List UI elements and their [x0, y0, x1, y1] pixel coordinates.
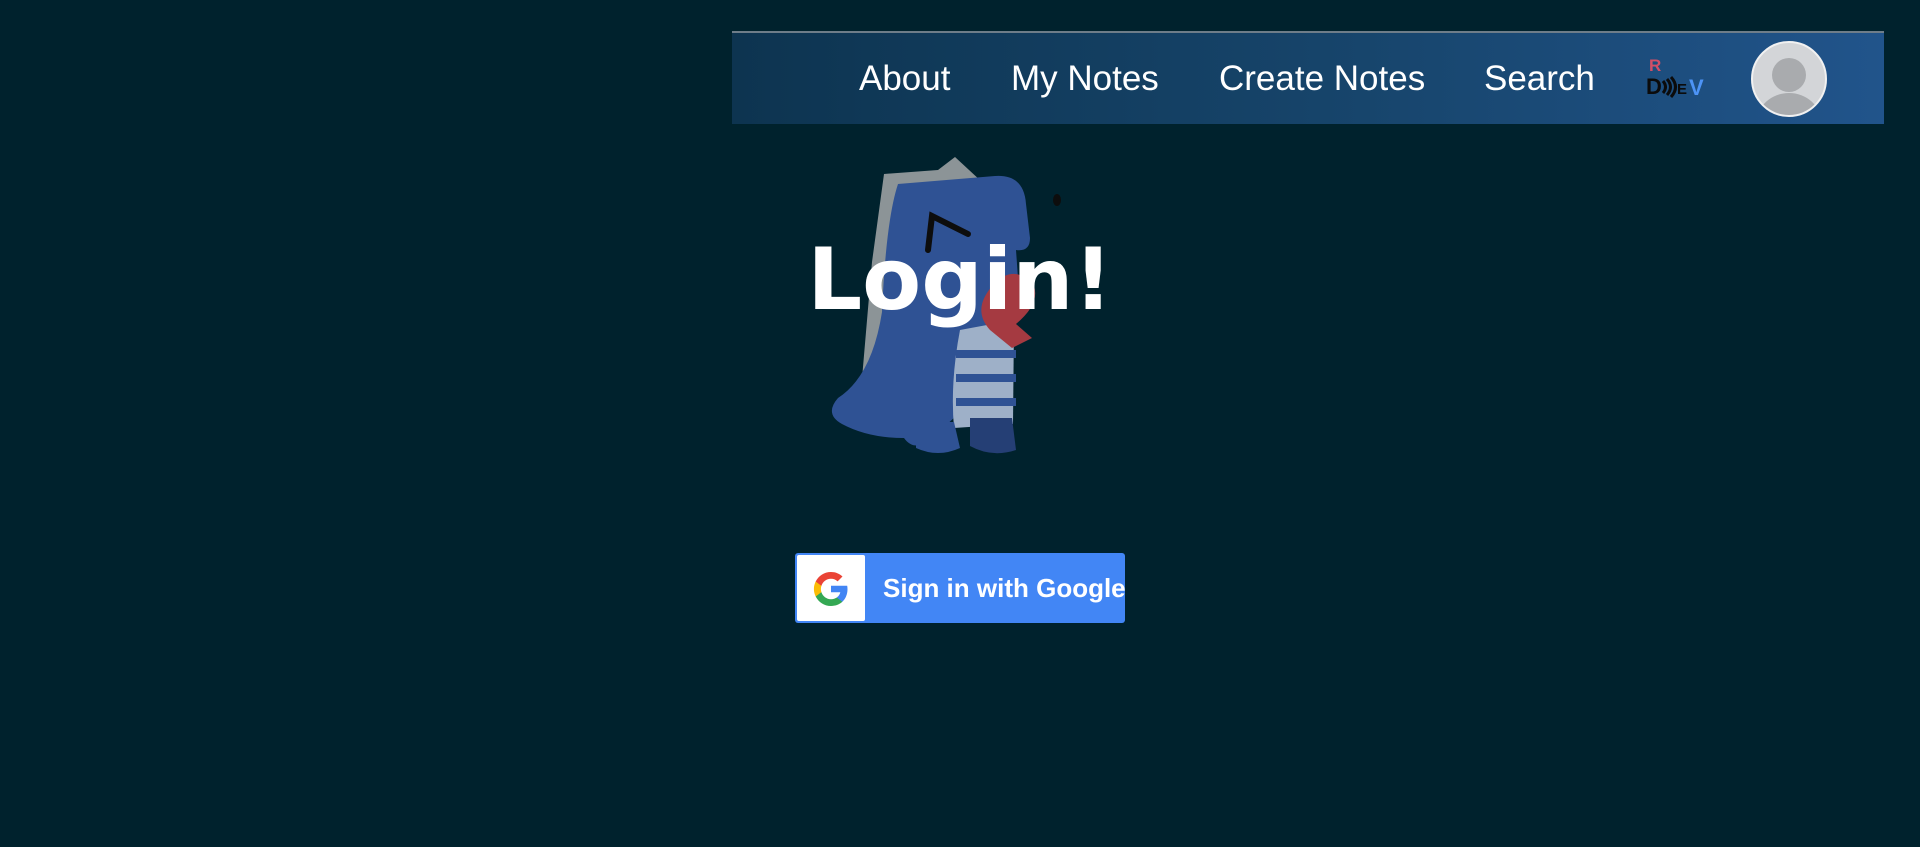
page-title: Login! — [807, 230, 1113, 330]
user-avatar-icon[interactable] — [1751, 41, 1827, 117]
google-sign-in-button[interactable]: Sign in with Google — [795, 553, 1126, 623]
svg-text:V: V — [1689, 75, 1704, 100]
google-sign-in-label: Sign in with Google — [883, 573, 1126, 603]
google-g-icon — [797, 555, 865, 621]
rdev-logo-icon[interactable]: R D E V — [1646, 55, 1710, 103]
svg-text:R: R — [1649, 56, 1661, 75]
svg-text:E: E — [1677, 81, 1687, 98]
nav-link-about[interactable]: About — [859, 33, 950, 124]
nav-link-my-notes[interactable]: My Notes — [1011, 33, 1159, 124]
nav-link-search[interactable]: Search — [1484, 33, 1595, 124]
svg-text:D: D — [1646, 74, 1662, 99]
nav-link-create-notes[interactable]: Create Notes — [1219, 33, 1425, 124]
top-navbar: About My Notes Create Notes Search R D E… — [732, 31, 1884, 124]
